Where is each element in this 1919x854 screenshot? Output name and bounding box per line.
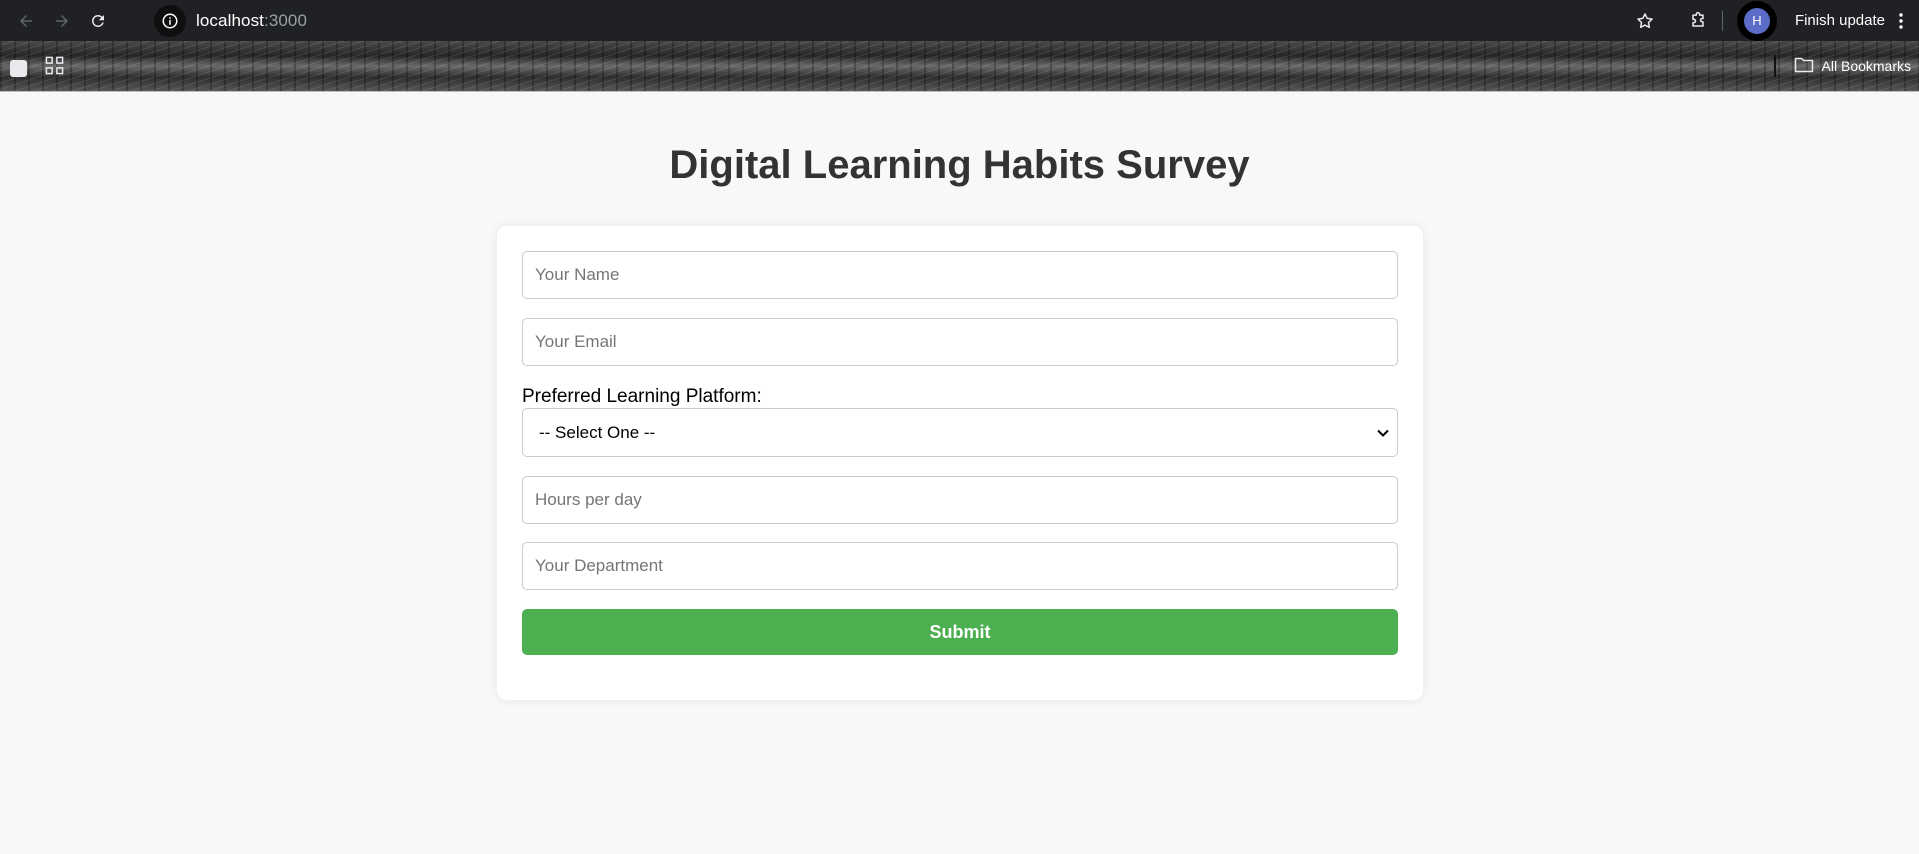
platform-select[interactable]: -- Select One -- (522, 408, 1398, 457)
profile-button[interactable]: H (1736, 0, 1777, 41)
more-vert-icon (1899, 12, 1903, 29)
bookmarks-bar: All Bookmarks (0, 41, 1919, 92)
more-menu-button[interactable] (1889, 6, 1913, 36)
folder-icon (1794, 56, 1822, 76)
submit-button[interactable]: Submit (522, 609, 1398, 655)
department-input[interactable] (522, 542, 1398, 590)
apps-button[interactable] (45, 56, 64, 80)
toolbar-actions: H Finish update (1627, 0, 1919, 41)
toolbar-divider (1721, 10, 1723, 31)
bookmarks-divider (1773, 55, 1776, 77)
extensions-icon (1692, 11, 1704, 27)
hours-input[interactable] (522, 476, 1398, 524)
browser-toolbar: localhost:3000 H Finish update (0, 0, 1919, 41)
site-info-button[interactable] (154, 4, 186, 37)
all-bookmarks-label: All Bookmarks (1821, 58, 1911, 74)
reload-button[interactable] (80, 3, 116, 39)
email-input[interactable] (522, 318, 1398, 366)
finish-update-button[interactable]: Finish update (1795, 12, 1885, 29)
forward-arrow-icon (56, 14, 68, 27)
name-input[interactable] (522, 251, 1398, 299)
bookmark-star-icon (1637, 12, 1653, 28)
chevron-down-icon (1377, 429, 1389, 437)
url-port: :3000 (264, 10, 308, 30)
survey-form: Preferred Learning Platform: -- Select O… (497, 226, 1423, 700)
platform-label: Preferred Learning Platform: (522, 386, 762, 407)
back-button[interactable] (8, 3, 44, 39)
site-info-icon (162, 13, 178, 28)
avatar: H (1743, 7, 1770, 34)
url-host: localhost (196, 10, 264, 30)
all-bookmarks-button[interactable]: All Bookmarks (1773, 55, 1911, 77)
apps-grid-icon (45, 56, 64, 75)
finish-update-label: Finish update (1794, 12, 1885, 29)
forward-button[interactable] (44, 3, 80, 39)
address-bar[interactable]: localhost:3000 (154, 4, 307, 37)
reload-icon (92, 14, 104, 27)
bookmarks-left (10, 56, 64, 80)
back-arrow-icon (20, 14, 32, 27)
bookmark-star-button[interactable] (1627, 3, 1663, 39)
url-text[interactable]: localhost:3000 (196, 11, 307, 31)
page-title: Digital Learning Habits Survey (669, 143, 1250, 187)
platform-selected-value: -- Select One -- (539, 422, 656, 442)
tab-groups-icon[interactable] (10, 59, 27, 77)
extensions-button[interactable] (1680, 3, 1716, 39)
